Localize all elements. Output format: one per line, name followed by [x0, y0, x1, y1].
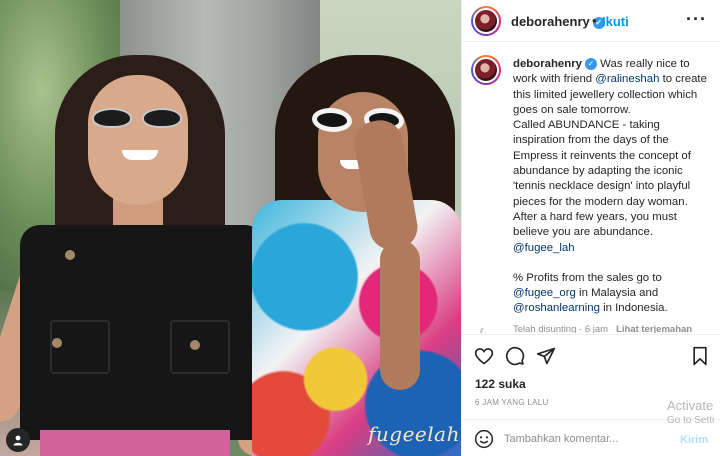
activation-line1: Activate	[667, 398, 714, 413]
mention-link[interactable]: @ralineshah	[595, 73, 659, 85]
edited-timestamp: Telah disunting · 6 jam	[513, 323, 609, 333]
heart-icon	[474, 348, 494, 365]
post-photo[interactable]: fugeelah	[0, 0, 461, 456]
header-username[interactable]: deborahenry ✓	[511, 14, 605, 29]
mention-link[interactable]: @fugee_org	[513, 287, 576, 299]
user-tag-button[interactable]	[6, 428, 30, 452]
share-icon	[536, 347, 556, 365]
top-button	[52, 338, 62, 348]
follow-button[interactable]: Ikuti	[602, 14, 629, 29]
top-button	[190, 340, 200, 350]
action-bar	[462, 334, 720, 374]
share-button[interactable]	[535, 345, 557, 367]
like-button[interactable]	[473, 345, 495, 367]
photo-watermark: fugeelah	[368, 422, 460, 446]
avatar[interactable]	[471, 6, 501, 36]
activation-line2: Go to Setti	[667, 415, 715, 426]
caption-meta: Telah disunting · 6 jam Lihat terjemahan	[513, 322, 713, 333]
more-options-icon[interactable]: ···	[686, 9, 707, 30]
caption-text: After a hard few years, you must believe…	[513, 210, 677, 239]
mention-link[interactable]: @fugee_lah	[513, 242, 575, 254]
avatar[interactable]	[471, 55, 501, 85]
mention-link[interactable]: @roshanlearning	[513, 302, 600, 314]
post-side-panel: deborahenry ✓ • Ikuti ··· deborahenry ✓ Wa…	[461, 0, 720, 456]
woman-right-printed-shirt	[252, 200, 461, 456]
loading-icon	[480, 325, 496, 333]
user-tag-icon	[13, 435, 23, 446]
post-caption: deborahenry ✓ Was really nice to work wit…	[513, 57, 713, 333]
username-text[interactable]: deborahenry	[511, 14, 590, 29]
verified-badge-icon: ✓	[585, 57, 597, 70]
caption-text: in Malaysia and	[575, 287, 659, 300]
emoji-icon[interactable]	[474, 429, 494, 449]
caption-username[interactable]: deborahenry	[513, 58, 582, 70]
like-count[interactable]: 122 suka	[475, 377, 526, 391]
comment-button[interactable]	[504, 345, 526, 367]
woman-left-smile	[122, 150, 158, 160]
bookmark-icon	[693, 346, 707, 366]
post-header: deborahenry ✓ • Ikuti ···	[462, 0, 720, 42]
caption-section: deborahenry ✓ Was really nice to work wit…	[462, 43, 720, 333]
woman-left-pink-pants	[40, 430, 230, 456]
windows-activation-watermark: Activate Go to Setti	[667, 398, 720, 426]
separator-dot: •	[592, 13, 597, 28]
top-button	[65, 250, 75, 260]
translate-link[interactable]: Lihat terjemahan	[616, 324, 692, 333]
woman-left-sunglasses	[92, 108, 182, 130]
woman-right-arm	[380, 240, 420, 390]
caption-text: Called ABUNDANCE - taking inspiration fr…	[513, 119, 691, 208]
comment-input[interactable]	[504, 429, 664, 449]
caption-text: % Profits from the sales go to	[513, 271, 662, 284]
comment-icon	[505, 346, 525, 366]
post-time: 6 JAM YANG LALU	[475, 398, 549, 407]
pocket-right	[170, 320, 230, 374]
caption-text: in Indonesia.	[599, 302, 668, 315]
woman-left-face	[88, 75, 188, 205]
post-comment-button[interactable]: Kirim	[680, 434, 708, 446]
save-button[interactable]	[689, 345, 711, 367]
